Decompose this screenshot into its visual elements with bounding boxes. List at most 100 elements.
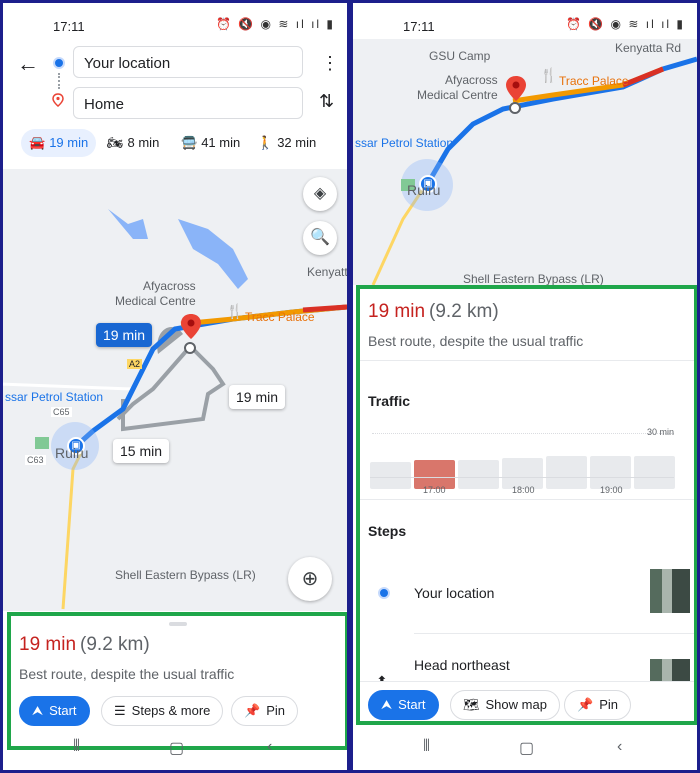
restaurant-icon: 🍴 — [540, 67, 558, 83]
start-button[interactable]: ⮝ Start — [19, 696, 90, 726]
step-label: Your location — [414, 585, 495, 601]
map-label-gsu-camp: GSU Camp — [429, 49, 491, 63]
map-label-a2: A2 — [127, 359, 143, 369]
map-view[interactable]: ▣ 🍴 Afyacross Medical Centre Tracc Palac… — [3, 169, 347, 611]
pin-button[interactable]: 📌 Pin — [564, 690, 631, 720]
swap-icon[interactable]: ⇅ — [319, 91, 334, 112]
status-icons: ⏰ 🔇 ◉ ≋ ıl ıl ▮ — [215, 17, 335, 31]
sheet-drag-handle[interactable] — [169, 622, 187, 626]
pin-button[interactable]: 📌 Pin — [231, 696, 298, 726]
mode-motorcycle-label: 8 min — [127, 135, 160, 150]
route-details-sheet[interactable]: 19 min (9.2 km) Best route, despite the u… — [356, 285, 697, 725]
mode-walking[interactable]: 🚶 32 min — [257, 129, 316, 157]
steps-more-button[interactable]: ☰ Steps & more — [101, 696, 224, 726]
destination-marker-icon — [506, 76, 526, 101]
pin-button-label: Pin — [599, 697, 618, 712]
step-item[interactable]: Your location — [360, 565, 694, 625]
map-label-petrol-station: ssar Petrol Station — [5, 390, 104, 404]
map-label-ruiru: Ruiru — [55, 445, 89, 461]
show-map-label: Show map — [485, 697, 547, 712]
status-icons: ⏰ 🔇 ◉ ≋ ıl ıl ▮ — [565, 17, 685, 31]
restaurant-icon: 🍴 — [226, 303, 244, 319]
traffic-tick: 18:00 — [512, 485, 535, 495]
status-time: 17:11 — [53, 19, 85, 34]
origin-dot-icon — [378, 587, 390, 599]
mode-motorcycle[interactable]: 🏍 8 min — [107, 129, 159, 157]
map-icon: 🗺 — [463, 697, 480, 712]
layers-icon[interactable]: ◈ — [303, 177, 337, 211]
traffic-bar — [370, 462, 411, 489]
mode-driving-label: 19 min — [49, 135, 89, 150]
route-connector — [58, 73, 60, 89]
eta-alt-route-1[interactable]: 19 min — [229, 385, 286, 409]
street-view-thumbnail[interactable] — [650, 569, 690, 613]
origin-field[interactable]: Your location — [73, 46, 303, 78]
eta-primary-route[interactable]: 19 min — [96, 323, 153, 347]
status-time: 17:11 — [403, 19, 435, 34]
divider — [360, 499, 694, 500]
navigation-arrow-icon: ⮝ — [381, 697, 393, 712]
steps-more-label: Steps & more — [131, 703, 211, 718]
map-label-shell: Shell Eastern Bypass (LR) — [115, 568, 256, 582]
back-arrow-icon[interactable]: ← — [17, 51, 39, 77]
route-duration: 19 min — [19, 634, 77, 655]
travel-mode-tabs: 🚘 19 min 🏍 8 min 🚍 41 min 🚶 32 min — [21, 129, 347, 159]
route-end-dot — [184, 342, 196, 354]
map-label-ruiru: Ruiru — [407, 182, 441, 198]
recents-icon[interactable]: ⦀ — [423, 738, 430, 756]
route-summary: Best route, despite the usual traffic — [368, 333, 584, 349]
back-nav-icon[interactable]: ‹ — [617, 738, 622, 756]
divider — [414, 633, 694, 634]
traffic-tick: 19:00 — [600, 485, 623, 495]
walk-icon: 🚶 — [257, 135, 274, 150]
map-label-afyacross: Afyacross — [445, 73, 498, 87]
my-location-icon[interactable]: ⊕ — [288, 557, 332, 601]
eta-alt-route-2[interactable]: 15 min — [113, 439, 170, 463]
traffic-bar — [458, 460, 499, 489]
map-label-medical-centre: Medical Centre — [417, 88, 498, 102]
more-options-icon[interactable]: ⋮ — [321, 53, 339, 74]
car-icon: 🚘 — [29, 135, 46, 150]
route-summary: Best route, despite the usual traffic — [19, 666, 235, 682]
destination-field[interactable]: Home — [73, 87, 303, 119]
map-label-kenyatta-rd: Kenyatta Rd — [615, 41, 682, 55]
traffic-tick: 17:00 — [423, 485, 446, 495]
search-icon[interactable]: 🔍 — [303, 221, 337, 255]
mode-walking-label: 32 min — [277, 135, 317, 150]
show-map-button[interactable]: 🗺 Show map — [450, 690, 560, 720]
steps-title: Steps — [368, 523, 407, 539]
start-button[interactable]: ⮝ Start — [368, 690, 439, 720]
motorcycle-icon: 🏍 — [107, 135, 124, 150]
pin-icon: 📌 — [244, 703, 261, 718]
pin-icon: 📌 — [577, 697, 594, 712]
back-nav-icon[interactable]: ‹ — [267, 738, 272, 756]
recents-icon[interactable]: ⦀ — [73, 738, 80, 756]
traffic-bar — [634, 456, 675, 489]
mode-driving[interactable]: 🚘 19 min — [21, 129, 97, 157]
route-distance: (9.2 km) — [429, 301, 499, 322]
home-icon[interactable]: ▢ — [519, 738, 534, 758]
map-label-petrol-station: ssar Petrol Station — [355, 136, 454, 150]
home-icon[interactable]: ▢ — [169, 738, 184, 758]
android-nav-bar: ⦀ ▢ ‹ — [3, 726, 347, 770]
traffic-baseline — [370, 477, 674, 478]
map-label-restaurant: Tracc Palace — [559, 74, 629, 88]
navigation-arrow-icon: ⮝ — [32, 703, 44, 718]
directions-screen-right: 17:11 ⏰ 🔇 ◉ ≋ ıl ıl ▮ ▣ 🍴 GSU Camp Kenya… — [350, 0, 700, 773]
directions-screen-left: 17:11 ⏰ 🔇 ◉ ≋ ıl ıl ▮ ← Your location Ho… — [0, 0, 350, 773]
mode-transit[interactable]: 🚍 41 min — [181, 129, 240, 157]
action-bar: ⮝ Start 🗺 Show map 📌 Pin — [360, 681, 694, 721]
route-duration-line: 19 min (9.2 km) — [19, 634, 150, 656]
pin-button-label: Pin — [266, 703, 285, 718]
route-end-dot — [509, 102, 521, 114]
step-label: Head northeast — [414, 657, 510, 673]
transit-icon: 🚍 — [181, 135, 198, 150]
route-duration-line: 19 min (9.2 km) — [368, 301, 499, 323]
origin-dot-icon — [53, 57, 65, 69]
map-label-medical-centre: Medical Centre — [115, 294, 196, 308]
route-distance: (9.2 km) — [80, 634, 150, 655]
destination-marker-icon — [181, 314, 201, 339]
map-view[interactable]: ▣ 🍴 GSU Camp Kenyatta Rd Afyacross Medic… — [353, 39, 697, 285]
start-button-label: Start — [398, 697, 426, 712]
destination-pin-icon — [52, 93, 64, 107]
